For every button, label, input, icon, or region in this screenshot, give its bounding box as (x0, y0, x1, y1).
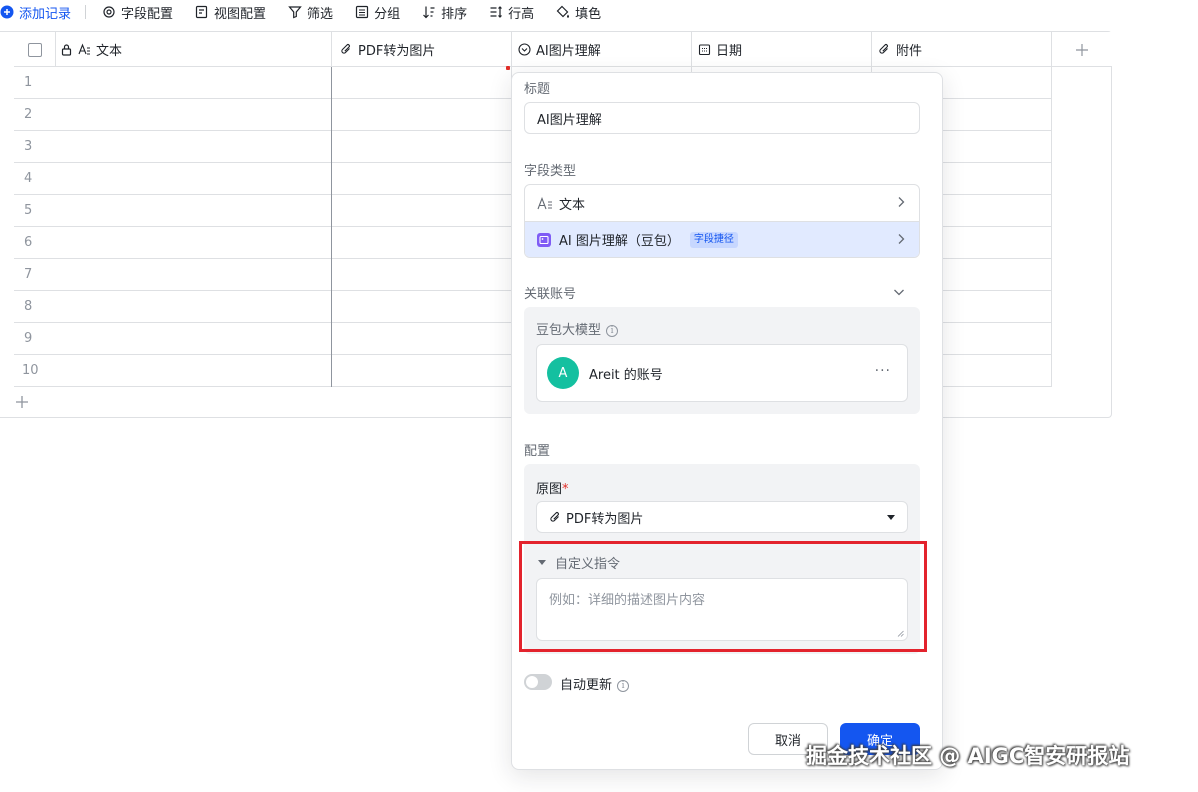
field-edit-panel: 标题 AI图片理解 字段类型 文本 AI 图片理解（豆包） 字段捷径 关联账号 … (511, 72, 943, 770)
group-icon (355, 5, 369, 19)
column-header-text[interactable]: 文本 (56, 32, 332, 67)
row-number: 9 (24, 331, 33, 346)
avatar: A (547, 357, 579, 389)
info-icon[interactable]: i (617, 679, 630, 692)
add-record-button[interactable]: 添加记录 (0, 1, 71, 23)
text-type-icon (78, 43, 90, 55)
dropdown-caret-icon (887, 515, 895, 520)
column-divider (1051, 67, 1052, 387)
plus-circle-icon (0, 5, 14, 19)
column-header-pdf[interactable]: PDF转为图片 (332, 32, 512, 67)
row-height-icon (490, 6, 503, 18)
text-type-icon (537, 196, 552, 209)
view-config-label: 视图配置 (214, 6, 267, 22)
toolbar: 添加记录 字段配置 视图配置 筛选 分组 排序 行高 填色 (0, 0, 623, 24)
watermark: 掘金技术社区 @ AIGC智安研报站 (806, 744, 1130, 768)
field-type-label: 字段类型 (524, 164, 577, 179)
filter-button[interactable]: 筛选 (288, 1, 333, 23)
row-number: 6 (24, 235, 33, 250)
field-type-selector: 文本 AI 图片理解（豆包） 字段捷径 (524, 184, 920, 258)
row-number: 5 (24, 203, 33, 218)
attachment-icon (550, 511, 559, 522)
auto-update-label: 自动更新 i (560, 674, 630, 693)
row-height-label: 行高 (508, 6, 535, 22)
fill-color-label: 填色 (575, 6, 602, 22)
row-number: 3 (24, 139, 33, 154)
source-field-value: PDF转为图片 (566, 511, 644, 527)
account-card[interactable]: A Areit 的账号 ··· (536, 344, 908, 402)
edit-indicator-dot (506, 66, 510, 70)
title-label: 标题 (524, 82, 551, 97)
row-number: 2 (24, 107, 33, 122)
group-label: 分组 (374, 6, 401, 22)
field-shortcut-badge: 字段捷径 (689, 231, 738, 248)
config-label: 配置 (524, 444, 551, 459)
column-label-pdf: PDF转为图片 (358, 44, 436, 59)
column-header-date[interactable]: 日期 (692, 32, 872, 67)
group-button[interactable]: 分组 (355, 1, 400, 23)
source-image-label-text: 原图 (536, 482, 563, 497)
select-all-checkbox[interactable] (27, 42, 42, 57)
plus-icon (1076, 43, 1088, 56)
row-number: 4 (24, 171, 33, 186)
attachment-icon (879, 44, 888, 54)
lock-icon (61, 44, 72, 56)
grid-header: 文本 PDF转为图片 AI图片理解 日期 附件 (14, 32, 1112, 67)
column-label-date: 日期 (716, 44, 743, 59)
source-image-label: 原图* (536, 478, 569, 497)
fill-color-button[interactable]: 填色 (556, 1, 601, 23)
toolbar-divider (85, 5, 87, 19)
row-number: 10 (22, 363, 39, 378)
calendar-icon (698, 44, 711, 56)
field-type-ai-label: AI 图片理解（豆包） (559, 234, 680, 249)
add-record-label: 添加记录 (19, 6, 72, 22)
select-all-cell (14, 32, 56, 67)
info-icon[interactable]: i (606, 324, 619, 337)
account-name: Areit 的账号 (589, 367, 663, 383)
sort-button[interactable]: 排序 (422, 1, 467, 23)
field-type-option-text[interactable]: 文本 (525, 185, 919, 221)
more-options-icon[interactable]: ··· (875, 363, 891, 379)
row-number: 7 (24, 267, 33, 282)
ai-image-icon (537, 232, 551, 247)
column-label-ai: AI图片理解 (536, 44, 601, 59)
filter-label: 筛选 (307, 6, 334, 22)
linked-account-label: 关联账号 (524, 287, 577, 302)
title-input[interactable]: AI图片理解 (524, 102, 920, 134)
model-label: 豆包大模型 i (536, 319, 619, 338)
sort-icon (423, 6, 435, 19)
field-type-text-label: 文本 (559, 197, 586, 213)
field-config-label: 字段配置 (121, 6, 174, 22)
row-height-button[interactable]: 行高 (489, 1, 534, 23)
field-config-button[interactable]: 字段配置 (102, 1, 173, 23)
auto-update-toggle[interactable] (524, 674, 552, 690)
paint-bucket-icon (556, 5, 570, 18)
row-number: 1 (24, 75, 33, 90)
add-row-icon[interactable] (14, 394, 30, 410)
source-field-select[interactable]: PDF转为图片 (536, 501, 908, 533)
model-account-section: 豆包大模型 i A Areit 的账号 ··· (524, 307, 920, 414)
add-column-button[interactable] (1052, 32, 1112, 67)
sort-label: 排序 (441, 6, 468, 22)
gear-icon (103, 6, 115, 18)
field-type-option-ai[interactable]: AI 图片理解（豆包） 字段捷径 (525, 221, 919, 257)
attachment-icon (341, 44, 350, 54)
highlight-annotation-box (519, 541, 927, 652)
column-header-attachment[interactable]: 附件 (872, 32, 1052, 67)
filter-icon (288, 6, 302, 19)
required-mark: * (562, 482, 569, 497)
view-config-icon (195, 5, 208, 19)
chevron-right-icon (898, 197, 905, 207)
frozen-column-divider (331, 67, 332, 387)
chevron-right-icon (898, 234, 905, 244)
chevron-circle-icon (518, 43, 531, 56)
view-config-button[interactable]: 视图配置 (195, 1, 266, 23)
column-label-text: 文本 (96, 44, 123, 59)
auto-update-label-text: 自动更新 (560, 678, 613, 693)
column-label-attachment: 附件 (896, 44, 923, 59)
row-number: 8 (24, 299, 33, 314)
column-header-ai[interactable]: AI图片理解 (512, 32, 692, 67)
chevron-down-icon[interactable] (893, 286, 905, 298)
model-label-text: 豆包大模型 (536, 323, 602, 338)
